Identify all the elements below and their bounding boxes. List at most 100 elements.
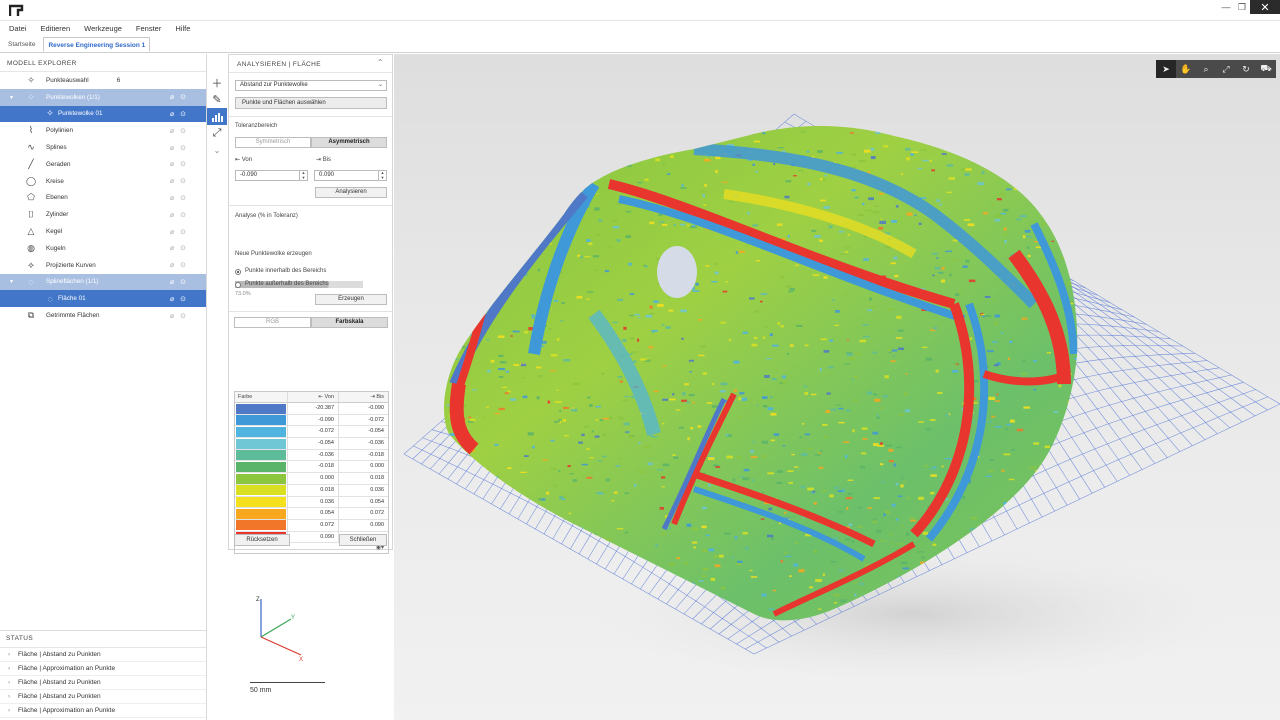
visibility-lock-icons[interactable]: ⌀⊙ <box>170 177 192 185</box>
close-button[interactable]: Schließen <box>339 534 387 546</box>
tab-rgb[interactable]: RGB <box>234 317 311 328</box>
tree-item[interactable]: ▾ ◌ Splineflächen (1/1) ⌀⊙ <box>0 273 206 291</box>
visibility-lock-icons[interactable]: ⌀⊙ <box>170 93 192 101</box>
visibility-lock-icons[interactable]: ⌀⊙ <box>170 144 192 152</box>
menu-editieren[interactable]: Editieren <box>41 22 71 36</box>
from-input[interactable]: -0.090 ▲ ▼ <box>235 170 308 181</box>
table-row[interactable]: -0.090 -0.072 <box>235 414 388 427</box>
menu-datei[interactable]: Datei <box>9 22 27 36</box>
analyze-button[interactable]: Analysieren <box>315 187 387 198</box>
tab-color-scale[interactable]: Farbskala <box>311 317 388 328</box>
tree-item[interactable]: ✧ Punktewolke 01 ⌀⊙ <box>0 105 206 123</box>
visibility-lock-icons[interactable]: ⌀⊙ <box>170 244 192 252</box>
color-swatch[interactable] <box>236 497 286 507</box>
tree-item[interactable]: ⟡ Projizierte Kurven ⌀⊙ <box>0 257 206 274</box>
visibility-lock-icons[interactable]: ⌀⊙ <box>170 261 192 269</box>
tab-session[interactable]: Reverse Engineering Session 1 <box>43 37 151 52</box>
tree-item[interactable]: ∿ Splines ⌀⊙ <box>0 139 206 156</box>
rotate-icon[interactable]: ↻ <box>1236 60 1256 78</box>
status-item[interactable]: Fläche | Approximation an Punkte <box>0 662 206 676</box>
visibility-lock-icons[interactable]: ⌀⊙ <box>170 110 192 118</box>
status-item[interactable]: Fläche | Abstand zu Punkten <box>0 648 206 662</box>
radio-inside[interactable] <box>235 269 241 275</box>
plane-icon: ⬠ <box>27 192 35 203</box>
spinner-icon[interactable]: ▲ ▼ <box>378 170 386 180</box>
cylinder-icon: ⌷ <box>28 209 34 220</box>
expand-caret-icon[interactable]: ▾ <box>10 278 13 285</box>
color-swatch[interactable] <box>236 426 286 437</box>
add-icon[interactable]: ＋ <box>207 74 227 91</box>
restore-button[interactable]: ❐ <box>1234 0 1250 14</box>
color-swatch[interactable] <box>236 508 286 519</box>
chevron-down-icon[interactable]: ⌄ <box>207 142 227 159</box>
visibility-lock-icons[interactable]: ⌀⊙ <box>170 194 192 202</box>
visibility-lock-icons[interactable]: ⌀⊙ <box>170 228 192 236</box>
analysis-mode-select[interactable]: Abstand zur Punktewolke ⌄ <box>235 80 387 91</box>
to-input[interactable]: 0.090 ▲ ▼ <box>314 170 387 181</box>
fit-icon[interactable]: ⤢ <box>1216 60 1236 78</box>
menu-hilfe[interactable]: Hilfe <box>175 22 190 36</box>
pen-icon[interactable]: ✎ <box>207 91 227 108</box>
create-button[interactable]: Erzeugen <box>315 294 387 305</box>
radio-outside[interactable] <box>235 282 241 288</box>
tree-item[interactable]: ⧉ Getrimmte Flächen ⌀⊙ <box>0 307 206 324</box>
status-item[interactable]: Fläche | Abstand zu Punkten <box>0 690 206 704</box>
status-item[interactable]: Fläche | Approximation an Punkte <box>0 704 206 718</box>
table-row[interactable]: 0.036 0.054 <box>235 496 388 509</box>
tree-item[interactable]: ⬠ Ebenen ⌀⊙ <box>0 190 206 207</box>
transform-icon[interactable]: ⤢ <box>207 125 227 142</box>
color-swatch[interactable] <box>236 520 286 531</box>
select-points-surfaces-button[interactable]: Punkte und Flächen auswählen <box>235 97 387 109</box>
color-swatch[interactable] <box>236 450 286 461</box>
tree-item[interactable]: ╱ Geraden ⌀⊙ <box>0 156 206 173</box>
table-row[interactable]: -20.387 -0.090 <box>235 403 388 415</box>
minimize-button[interactable]: — <box>1218 0 1234 14</box>
table-row[interactable]: -0.072 -0.054 <box>235 426 388 439</box>
analysis-icon[interactable] <box>207 108 227 125</box>
close-window-button[interactable]: ✕ <box>1250 0 1280 14</box>
menu-werkzeuge[interactable]: Werkzeuge <box>84 22 122 36</box>
tree-item[interactable]: ⌷ Zylinder ⌀⊙ <box>0 206 206 223</box>
pan-icon[interactable]: ✋ <box>1176 60 1196 78</box>
collapse-icon[interactable]: ⌃ <box>377 58 384 67</box>
color-swatch[interactable] <box>236 485 286 496</box>
table-row[interactable]: 0.054 0.072 <box>235 508 388 520</box>
view-icon[interactable]: ⛟ <box>1256 60 1276 78</box>
visibility-lock-icons[interactable]: ⌀⊙ <box>170 278 192 286</box>
table-row[interactable]: -0.054 -0.036 <box>235 438 388 450</box>
tree-item[interactable]: ⌇ Polylinien ⌀⊙ <box>0 122 206 139</box>
asymmetric-toggle[interactable]: Asymmetrisch <box>311 137 387 148</box>
tree-item[interactable]: ◯ Kreise ⌀⊙ <box>0 173 206 190</box>
tree-item[interactable]: ◍ Kugeln ⌀⊙ <box>0 240 206 257</box>
table-row[interactable]: -0.018 0.000 <box>235 461 388 474</box>
tree-item[interactable]: △ Kegel ⌀⊙ <box>0 223 206 240</box>
color-swatch[interactable] <box>236 438 286 449</box>
tree-item[interactable]: ◌ Fläche 01 ⌀⊙ <box>0 290 206 308</box>
reset-button[interactable]: Rücksetzen <box>234 534 290 546</box>
table-row[interactable]: -0.036 -0.018 <box>235 449 388 462</box>
expand-caret-icon[interactable]: ▾ <box>10 94 13 101</box>
color-swatch[interactable] <box>236 473 286 484</box>
color-swatch[interactable] <box>236 403 286 414</box>
visibility-lock-icons[interactable]: ⌀⊙ <box>170 127 192 135</box>
visibility-lock-icons[interactable]: ⌀⊙ <box>170 211 192 219</box>
symmetric-toggle[interactable]: Symmetrisch <box>235 137 311 148</box>
color-swatch[interactable] <box>236 415 286 426</box>
tab-startseite[interactable]: Startseite <box>4 37 39 52</box>
3d-viewport[interactable]: ➤ ✋ ⌕ ⤢ ↻ ⛟ <box>394 54 1280 720</box>
visibility-lock-icons[interactable]: ⌀⊙ <box>170 160 192 168</box>
tree-item[interactable]: ▾ ⁘ Punktewolken (1/1) ⌀⊙ <box>0 88 206 106</box>
select-icon[interactable]: ➤ <box>1156 60 1176 78</box>
table-row[interactable]: 0.018 0.036 <box>235 484 388 497</box>
table-row[interactable]: 0.000 0.018 <box>235 473 388 485</box>
table-row[interactable]: 0.072 0.090 <box>235 519 388 532</box>
spinner-icon[interactable]: ▲ ▼ <box>299 170 307 180</box>
range-to: 0.072 <box>338 508 388 519</box>
menu-fenster[interactable]: Fenster <box>136 22 161 36</box>
tree-item[interactable]: ✧ Punkteauswahl 6 <box>0 72 206 89</box>
visibility-lock-icons[interactable]: ⌀⊙ <box>170 312 192 320</box>
status-item[interactable]: Fläche | Abstand zu Punkten <box>0 676 206 690</box>
visibility-lock-icons[interactable]: ⌀⊙ <box>170 295 192 303</box>
color-swatch[interactable] <box>236 461 286 472</box>
zoom-icon[interactable]: ⌕ <box>1196 60 1216 78</box>
